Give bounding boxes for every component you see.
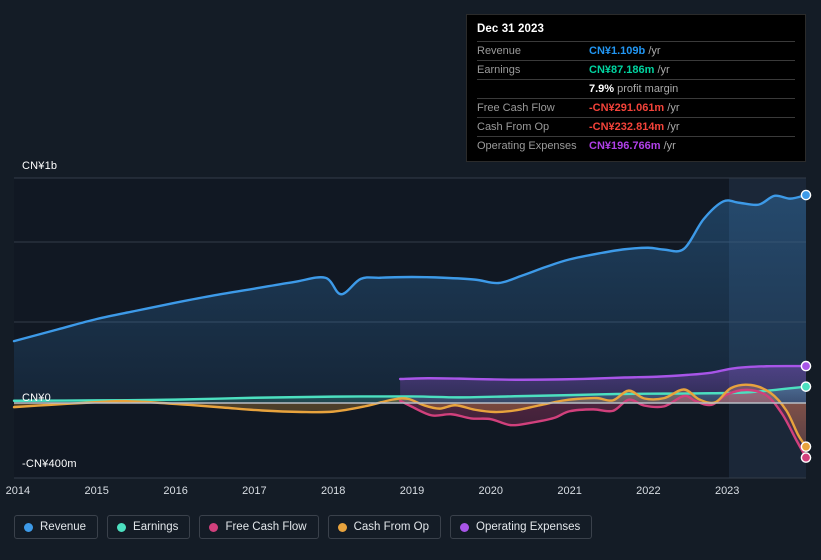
tooltip-table: Revenue CN¥1.109b /yr Earnings CN¥87.186m /… bbox=[477, 41, 795, 155]
tooltip-row: Operating Expenses CN¥196.766m /yr bbox=[477, 136, 795, 155]
endpoint-marker-earnings bbox=[800, 381, 812, 392]
tooltip-date: Dec 31 2023 bbox=[477, 23, 544, 35]
tooltip-value-unit: /yr bbox=[657, 64, 670, 76]
x-axis-tick-label: 2020 bbox=[478, 485, 504, 497]
tooltip-value-unit: /yr bbox=[648, 45, 661, 57]
tooltip-value-number: 7.9% bbox=[589, 83, 615, 95]
tooltip-row-value: 7.9% profit margin bbox=[589, 79, 795, 99]
legend-item-label: Revenue bbox=[40, 521, 87, 533]
x-axis-tick-label: 2019 bbox=[399, 485, 425, 497]
tooltip-row-label: Cash From Op bbox=[477, 117, 589, 137]
tooltip-value-unit: /yr bbox=[667, 121, 680, 133]
legend-item-label: Operating Expenses bbox=[476, 521, 581, 533]
chart-legend[interactable]: Revenue Earnings Free Cash Flow Cash From O… bbox=[14, 515, 593, 539]
tooltip-value-number: CN¥1.109b bbox=[589, 45, 646, 57]
tooltip-value-number: CN¥196.766m bbox=[589, 140, 661, 152]
legend-color-dot bbox=[24, 522, 33, 532]
y-axis-tick-label: CN¥0 bbox=[22, 392, 51, 404]
x-axis-tick-label: 2017 bbox=[242, 485, 267, 497]
tooltip-row-value: -CN¥232.814m /yr bbox=[589, 117, 795, 137]
tooltip-row-label: Free Cash Flow bbox=[477, 98, 589, 118]
legend-item-free-cash-flow[interactable]: Free Cash Flow bbox=[199, 515, 319, 539]
tooltip-value-unit: profit margin bbox=[617, 83, 679, 95]
tooltip-row: 7.9% profit margin bbox=[477, 79, 795, 99]
y-axis-tick-label: CN¥1b bbox=[22, 160, 58, 172]
x-axis-tick-label: 2014 bbox=[5, 485, 31, 497]
legend-color-dot bbox=[460, 522, 470, 532]
tooltip-row: Earnings CN¥87.186m /yr bbox=[477, 60, 795, 80]
x-axis-tick-label: 2016 bbox=[163, 485, 188, 497]
legend-item-revenue[interactable]: Revenue bbox=[14, 515, 99, 539]
endpoint-marker-free-cash-flow bbox=[800, 452, 812, 463]
tooltip-row: Cash From Op -CN¥232.814m /yr bbox=[477, 117, 795, 137]
legend-color-dot bbox=[209, 522, 219, 532]
tooltip-value-number: -CN¥291.061m bbox=[589, 102, 665, 114]
legend-item-cash-from-op[interactable]: Cash From Op bbox=[327, 515, 442, 539]
legend-item-label: Free Cash Flow bbox=[225, 521, 307, 533]
y-axis-tick-label: -CN¥400m bbox=[22, 458, 77, 470]
tooltip-row-value: CN¥87.186m /yr bbox=[589, 60, 795, 80]
tooltip-row-value: CN¥1.109b /yr bbox=[589, 41, 795, 61]
x-axis-tick-label: 2018 bbox=[320, 485, 346, 497]
tooltip-row-label: Revenue bbox=[477, 41, 589, 61]
tooltip-value-unit: /yr bbox=[663, 140, 676, 152]
legend-color-dot bbox=[337, 522, 347, 532]
x-axis-tick-label: 2023 bbox=[714, 485, 740, 497]
legend-item-operating-expenses[interactable]: Operating Expenses bbox=[450, 515, 593, 539]
tooltip-row-label: Earnings bbox=[477, 60, 589, 80]
financial-chart-screenshot: CN¥1b CN¥0 -CN¥400m 2014 2015 2016 2017 2018 20… bbox=[0, 0, 821, 560]
endpoint-marker-cash-from-op bbox=[800, 441, 812, 452]
endpoint-marker-revenue bbox=[800, 189, 812, 201]
tooltip-value-number: -CN¥232.814m bbox=[589, 121, 665, 133]
legend-color-dot bbox=[117, 522, 127, 532]
x-axis-tick-label: 2015 bbox=[84, 485, 109, 497]
legend-item-label: Cash From Op bbox=[353, 521, 430, 533]
legend-item-earnings[interactable]: Earnings bbox=[107, 515, 191, 539]
tooltip-row-value: -CN¥291.061m /yr bbox=[589, 98, 795, 118]
x-axis-tick-label: 2021 bbox=[557, 485, 582, 497]
x-axis-tick-label: 2022 bbox=[636, 485, 661, 497]
tooltip-value-unit: /yr bbox=[667, 102, 680, 114]
data-tooltip: Dec 31 2023 Revenue CN¥1.109b /yr Earnings… bbox=[466, 14, 806, 162]
tooltip-row-label: Operating Expenses bbox=[477, 136, 589, 155]
legend-item-label: Earnings bbox=[133, 521, 179, 533]
tooltip-row-value: CN¥196.766m /yr bbox=[589, 136, 795, 155]
tooltip-row-label bbox=[477, 79, 589, 99]
tooltip-row: Revenue CN¥1.109b /yr bbox=[477, 41, 795, 61]
tooltip-row: Free Cash Flow -CN¥291.061m /yr bbox=[477, 98, 795, 118]
endpoint-marker-operating-expenses bbox=[800, 360, 812, 372]
tooltip-value-number: CN¥87.186m bbox=[589, 64, 655, 76]
